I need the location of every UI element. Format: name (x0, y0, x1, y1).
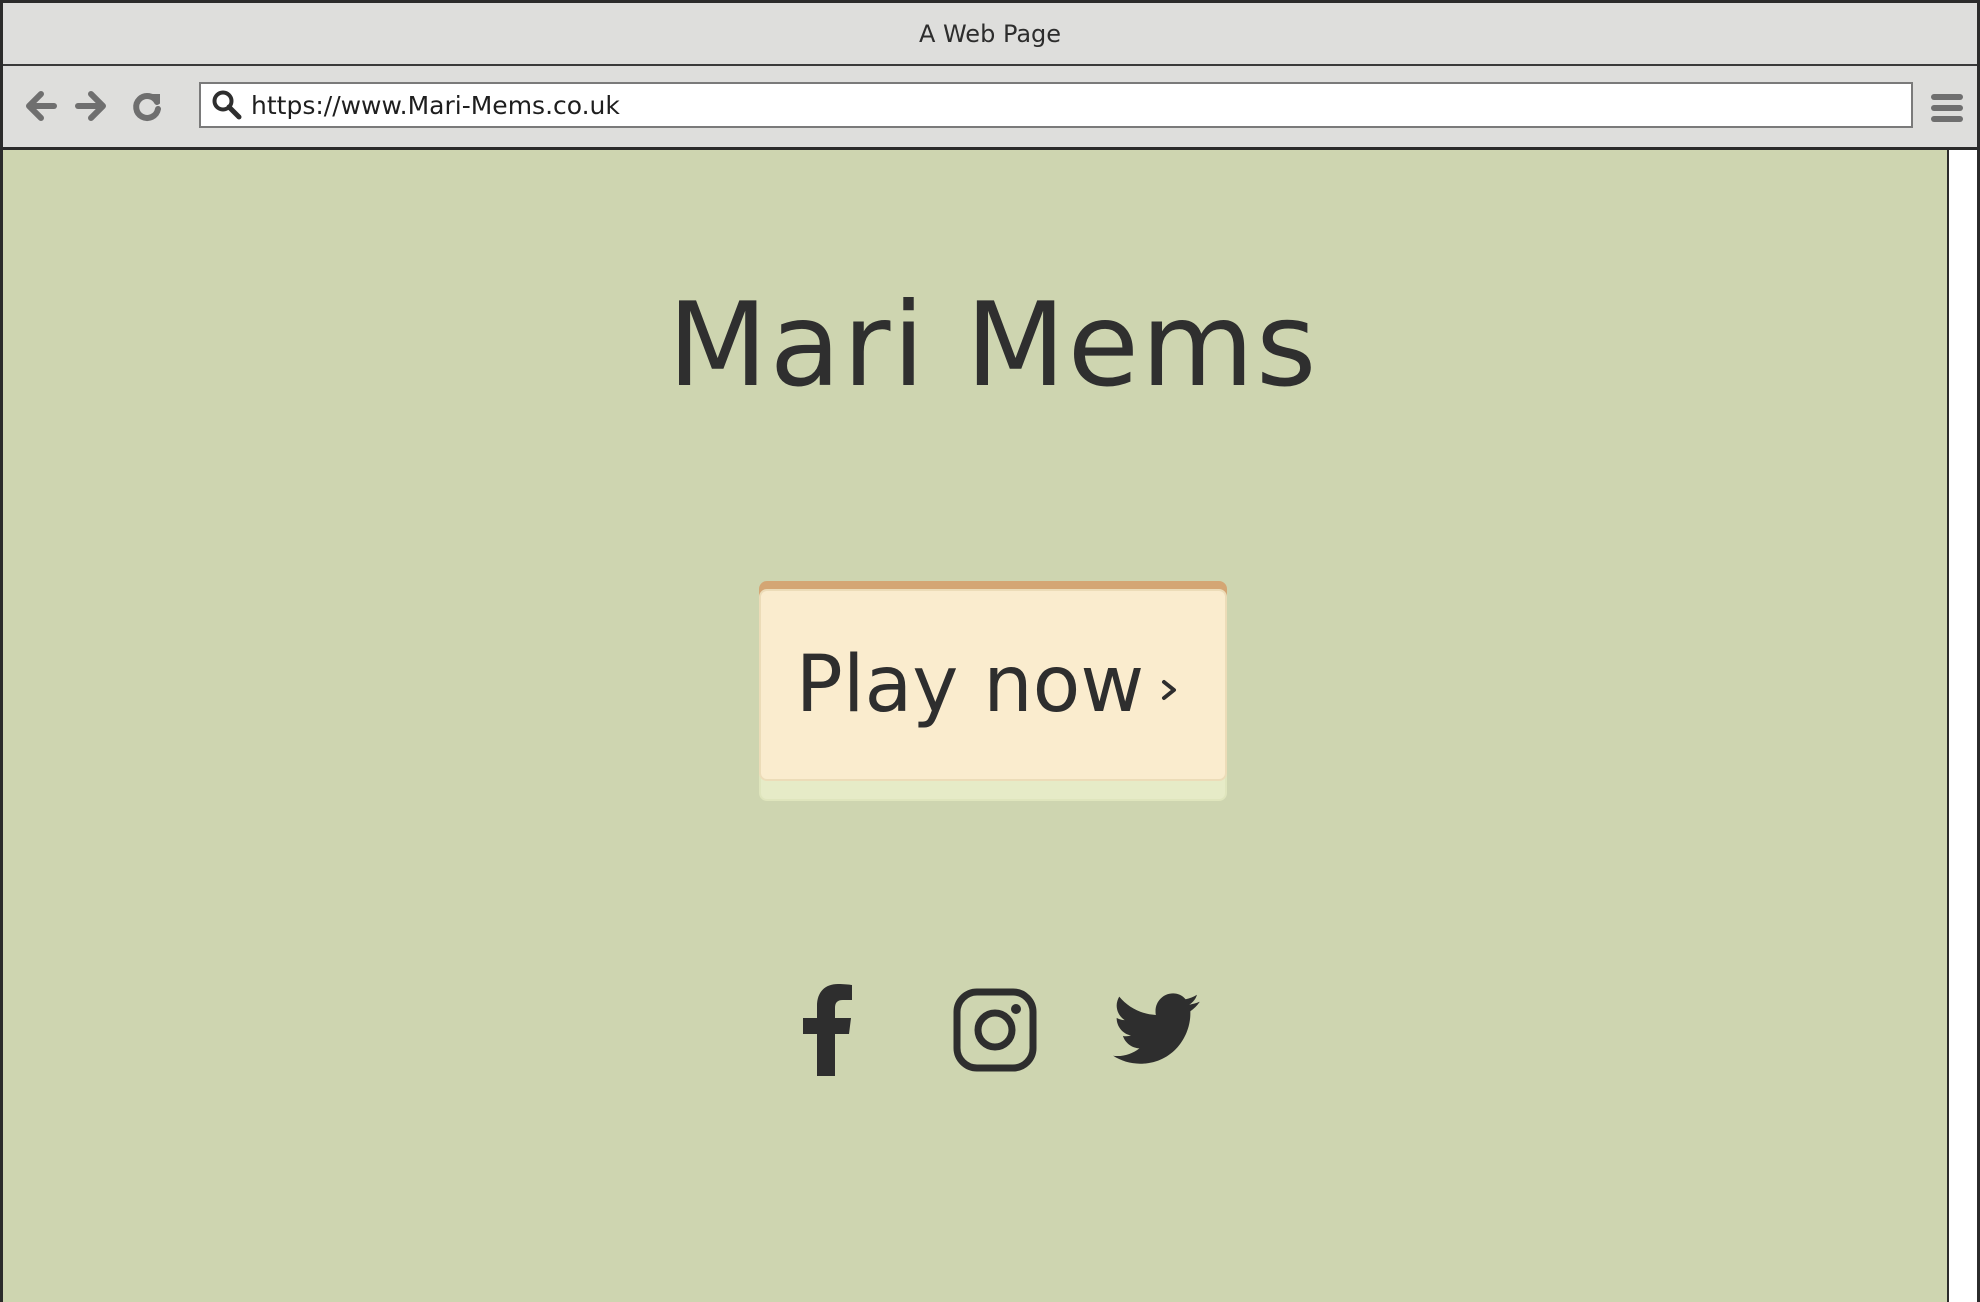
facebook-icon (803, 984, 852, 1076)
hamburger-menu-icon (1931, 94, 1963, 100)
instagram-icon (953, 988, 1037, 1072)
facebook-link[interactable] (777, 980, 877, 1080)
browser-toolbar (3, 66, 1977, 150)
twitter-link[interactable] (1107, 980, 1207, 1080)
hamburger-menu-icon-bar (1931, 116, 1963, 122)
page-title: Mari Mems (667, 278, 1319, 413)
search-icon (207, 85, 247, 125)
page-viewport: Mari Mems Play now (3, 150, 1949, 1302)
play-now-button[interactable]: Play now (759, 589, 1227, 781)
url-input[interactable] (247, 85, 1911, 125)
window-title: A Web Page (918, 19, 1062, 48)
play-now-label: Play now (795, 640, 1145, 730)
title-bar: A Web Page (3, 3, 1977, 66)
browser-menu-button[interactable] (1927, 88, 1967, 128)
address-bar[interactable] (199, 82, 1913, 128)
instagram-link[interactable] (945, 980, 1045, 1080)
back-button[interactable] (21, 86, 61, 126)
forward-button[interactable] (71, 86, 111, 126)
reload-button[interactable] (127, 86, 167, 126)
reload-icon (133, 93, 161, 121)
browser-window: A Web Page https://www.Mari-Mems.co.uk M… (0, 0, 1980, 1302)
arrow-right-icon (75, 91, 106, 121)
play-button-container: Play now (759, 581, 1227, 801)
hamburger-menu-icon-bar (1931, 105, 1963, 111)
vertical-scrollbar[interactable] (1949, 150, 1977, 1302)
twitter-icon (1113, 993, 1200, 1064)
arrow-left-icon (26, 91, 57, 121)
chevron-right-icon (1158, 679, 1180, 701)
